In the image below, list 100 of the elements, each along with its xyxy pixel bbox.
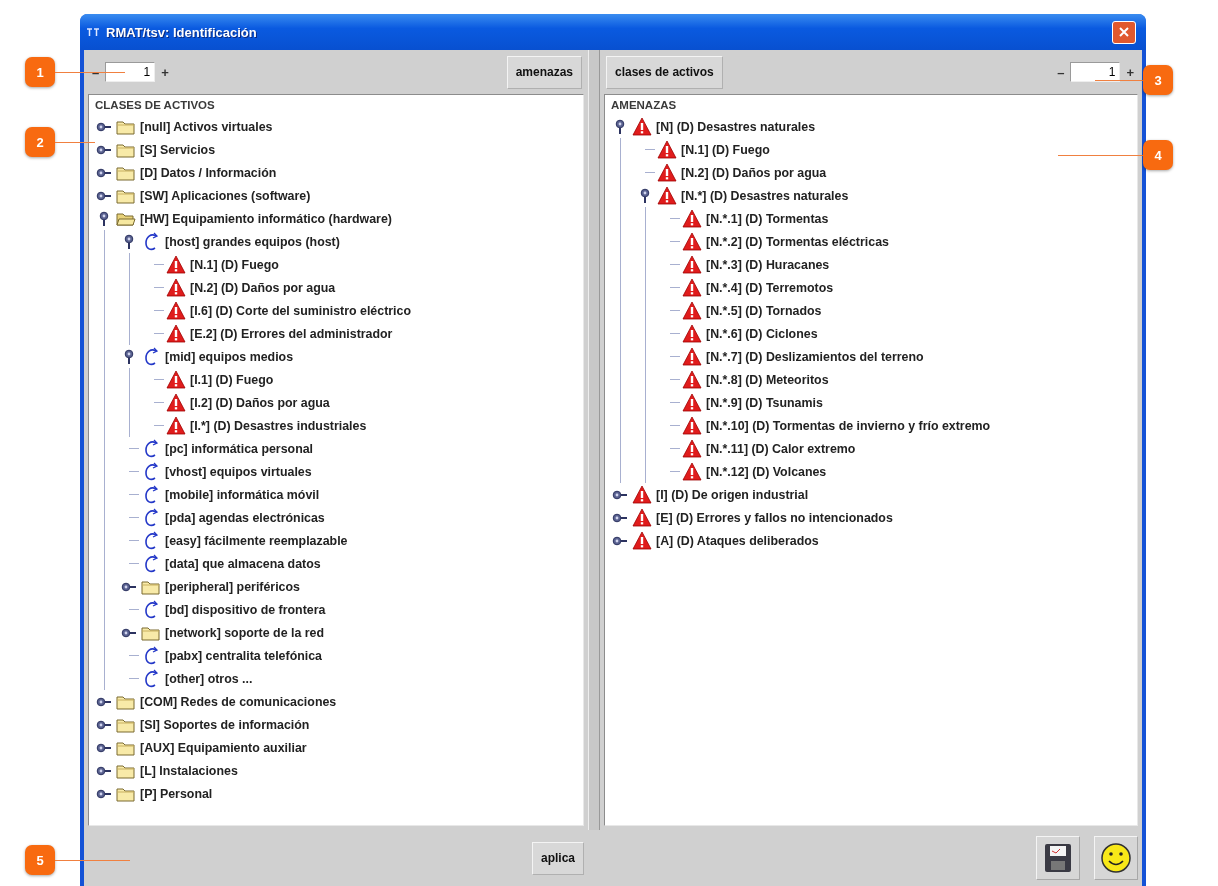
tree-item[interactable]: [pda] agendas electrónicas <box>162 510 325 525</box>
tree-item[interactable]: [L] Instalaciones <box>137 763 238 778</box>
tree-item[interactable]: [I.1] (D) Fuego <box>187 372 274 387</box>
collapse-handle-icon[interactable] <box>639 187 651 204</box>
tree-item[interactable]: [host] grandes equipos (host) <box>162 234 340 249</box>
tree-item[interactable]: [peripheral] periféricos <box>162 579 300 594</box>
tree-item[interactable]: [S] Servicios <box>137 142 216 157</box>
callout-badge: 3 <box>1143 65 1173 95</box>
expand-handle-icon[interactable] <box>96 764 112 777</box>
tree-item[interactable]: [mid] equipos medios <box>162 349 294 364</box>
tree-item[interactable]: [N.*.4] (D) Terremotos <box>703 280 834 295</box>
expand-handle-icon[interactable] <box>96 695 112 708</box>
tree-item[interactable]: [N.1] (D) Fuego <box>678 142 770 157</box>
tree-item[interactable]: [N.*.7] (D) Deslizamientos del terreno <box>703 349 924 364</box>
expand-handle-icon[interactable] <box>612 534 628 547</box>
tree-item[interactable]: [N.*.9] (D) Tsunamis <box>703 395 823 410</box>
warning-icon <box>166 416 186 435</box>
warning-icon <box>682 301 702 320</box>
tree-item[interactable]: [mobile] informática móvil <box>162 487 320 502</box>
tree-item[interactable]: [N] (D) Desastres naturales <box>653 119 816 134</box>
tree-item[interactable]: [N.1] (D) Fuego <box>187 257 279 272</box>
folder-icon <box>116 739 136 756</box>
tree-item[interactable]: [N.*.2] (D) Tormentas eléctricas <box>703 234 889 249</box>
apply-button[interactable]: aplica <box>531 841 584 875</box>
tree-item[interactable]: [null] Activos virtuales <box>137 119 273 134</box>
close-button[interactable] <box>1112 20 1136 44</box>
warning-icon <box>682 462 702 481</box>
tree-item[interactable]: [SW] Aplicaciones (software) <box>137 188 311 203</box>
tree-item[interactable]: [network] soporte de la red <box>162 625 325 640</box>
expand-handle-icon[interactable] <box>121 626 137 639</box>
smiley-button[interactable] <box>1094 836 1138 880</box>
leader-line <box>55 141 95 143</box>
tree-item[interactable]: [I.2] (D) Daños por agua <box>187 395 330 410</box>
curved-arrow-icon <box>143 346 159 367</box>
warning-icon <box>166 278 186 297</box>
tree-item[interactable]: [COM] Redes de comunicaciones <box>137 694 337 709</box>
tree-item[interactable]: [pc] informática personal <box>162 441 314 456</box>
tree-item[interactable]: [N.*.12] (D) Volcanes <box>703 464 827 479</box>
increment-button[interactable]: + <box>159 64 171 80</box>
tree-item[interactable]: [data] que almacena datos <box>162 556 321 571</box>
callout-badge: 1 <box>25 57 55 87</box>
tree-item[interactable]: [N.*.3] (D) Huracanes <box>703 257 830 272</box>
tree-item[interactable]: [other] otros ... <box>162 671 253 686</box>
expand-handle-icon[interactable] <box>96 787 112 800</box>
tree-item[interactable]: [N.2] (D) Daños por agua <box>187 280 336 295</box>
tree-item[interactable]: [N.*.11] (D) Calor extremo <box>703 441 856 456</box>
folder-icon <box>116 141 136 158</box>
asset-classes-button[interactable]: clases de activos <box>606 55 723 89</box>
warning-icon <box>632 485 652 504</box>
tree-item[interactable]: [N.*.8] (D) Meteoritos <box>703 372 829 387</box>
save-button[interactable] <box>1036 836 1080 880</box>
tree-item[interactable]: [I] (D) De origen industrial <box>653 487 809 502</box>
tree-item[interactable]: [vhost] equipos virtuales <box>162 464 312 479</box>
warning-icon <box>166 393 186 412</box>
smiley-icon <box>1100 842 1132 874</box>
expand-handle-icon[interactable] <box>96 189 112 202</box>
collapse-handle-icon[interactable] <box>98 210 110 227</box>
decrement-button[interactable]: – <box>1055 64 1067 80</box>
tree-item[interactable]: [AUX] Equipamiento auxiliar <box>137 740 307 755</box>
collapse-handle-icon[interactable] <box>123 233 135 250</box>
folder-icon <box>141 624 161 641</box>
warning-icon <box>682 324 702 343</box>
tree-item[interactable]: [N.*.5] (D) Tornados <box>703 303 822 318</box>
tree-item[interactable]: [A] (D) Ataques deliberados <box>653 533 819 548</box>
expand-handle-icon[interactable] <box>96 143 112 156</box>
tree-item[interactable]: [N.2] (D) Daños por agua <box>678 165 827 180</box>
expand-handle-icon[interactable] <box>612 488 628 501</box>
expand-handle-icon[interactable] <box>96 741 112 754</box>
increment-button[interactable]: + <box>1124 64 1136 80</box>
expand-handle-icon[interactable] <box>96 718 112 731</box>
expand-handle-icon[interactable] <box>96 166 112 179</box>
warning-icon <box>657 186 677 205</box>
tree-item[interactable]: [N.*.6] (D) Ciclones <box>703 326 818 341</box>
spinner-field[interactable]: 1 <box>105 62 156 82</box>
tree-item[interactable]: [bd] dispositivo de frontera <box>162 602 326 617</box>
tree-item[interactable]: [D] Datos / Información <box>137 165 277 180</box>
tree-item[interactable]: [easy] fácilmente reemplazable <box>162 533 348 548</box>
tree-item[interactable]: [I.6] (D) Corte del suministro eléctrico <box>187 303 411 318</box>
tree-item[interactable]: [P] Personal <box>137 786 213 801</box>
curved-arrow-icon <box>143 645 159 666</box>
tree-item[interactable]: [N.*.1] (D) Tormentas <box>703 211 829 226</box>
tree-item[interactable]: [N.*] (D) Desastres naturales <box>678 188 849 203</box>
expand-handle-icon[interactable] <box>121 580 137 593</box>
expand-handle-icon[interactable] <box>612 511 628 524</box>
tree-item[interactable]: [E.2] (D) Errores del administrador <box>187 326 393 341</box>
tree-item[interactable]: [pabx] centralita telefónica <box>162 648 322 663</box>
tree-item[interactable]: [SI] Soportes de información <box>137 717 310 732</box>
decrement-button[interactable]: – <box>90 64 102 80</box>
folder-icon <box>116 762 136 779</box>
spinner-field[interactable]: 1 <box>1070 62 1121 82</box>
threats-button[interactable]: amenazas <box>506 55 582 89</box>
collapse-handle-icon[interactable] <box>614 118 626 135</box>
tree-item[interactable]: [N.*.10] (D) Tormentas de invierno y frío extremo <box>703 418 991 433</box>
tree-item[interactable]: [I.*] (D) Desastres industriales <box>187 418 367 433</box>
warning-icon <box>682 347 702 366</box>
warning-icon <box>632 531 652 550</box>
expand-handle-icon[interactable] <box>96 120 112 133</box>
tree-item[interactable]: [E] (D) Errores y fallos no intencionados <box>653 510 893 525</box>
collapse-handle-icon[interactable] <box>123 348 135 365</box>
tree-item[interactable]: [HW] Equipamiento informático (hardware) <box>137 211 392 226</box>
